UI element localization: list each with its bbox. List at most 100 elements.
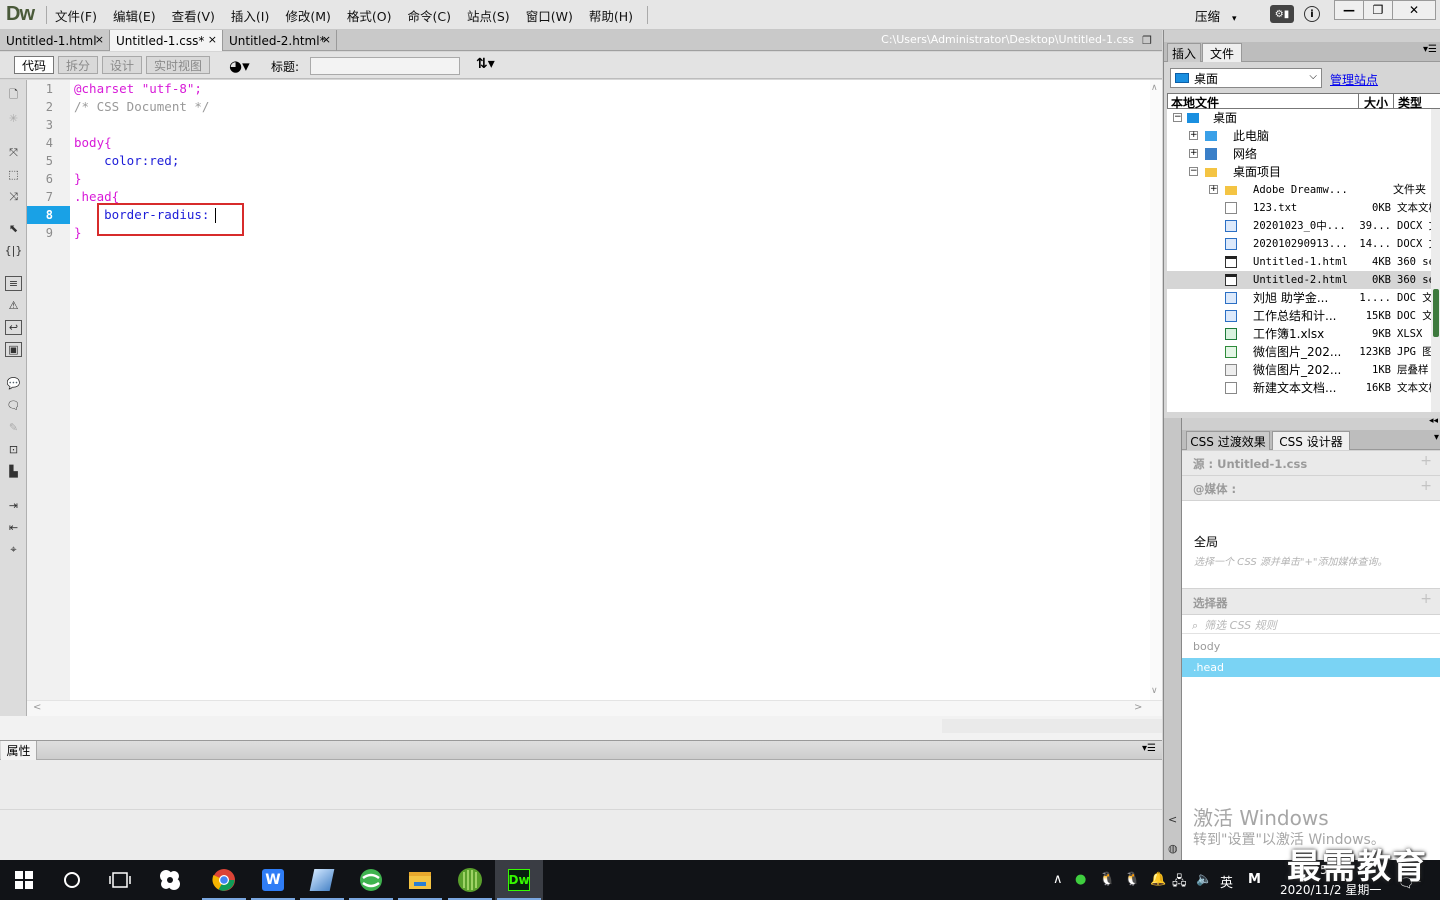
- menu-window[interactable]: 窗口(W): [518, 6, 581, 25]
- expand-all-icon[interactable]: ⤨: [5, 189, 22, 204]
- scroll-left-icon[interactable]: <: [33, 702, 41, 713]
- filter-css-rules-input[interactable]: ⌕ 筛选 CSS 规则: [1182, 615, 1440, 634]
- qq-tray-icon-2[interactable]: 🐧: [1124, 872, 1140, 887]
- menu-commands[interactable]: 命令(C): [400, 6, 459, 25]
- selector-body[interactable]: body: [1182, 637, 1440, 656]
- tab-css-designer[interactable]: CSS 设计器: [1272, 431, 1350, 450]
- collapse-selection-icon[interactable]: ⬚: [5, 167, 22, 182]
- taskbar-chrome[interactable]: [200, 860, 248, 900]
- add-media-icon[interactable]: +: [1420, 478, 1432, 494]
- info-icon[interactable]: i: [1304, 6, 1320, 22]
- collapse-icon[interactable]: −: [1173, 113, 1182, 122]
- close-tab-icon[interactable]: ×: [208, 33, 217, 46]
- panel-icon[interactable]: ◍: [1168, 842, 1178, 855]
- start-button[interactable]: [0, 860, 48, 900]
- syntax-coloring-icon[interactable]: ▣: [5, 342, 22, 357]
- ime-mode-icon[interactable]: M: [1248, 872, 1261, 887]
- task-view-button[interactable]: [96, 860, 144, 900]
- remove-comment-icon[interactable]: 🗨: [5, 398, 22, 413]
- apply-comment-icon[interactable]: 💬: [5, 376, 22, 391]
- menu-insert[interactable]: 插入(I): [223, 6, 277, 25]
- title-input[interactable]: [310, 57, 460, 75]
- wechat-tray-icon[interactable]: ●: [1075, 872, 1086, 887]
- editor-horizontal-scrollbar[interactable]: < >: [27, 700, 1162, 716]
- menu-file[interactable]: 文件(F): [47, 6, 105, 25]
- tree-item-this-pc[interactable]: + 此电脑: [1167, 127, 1431, 145]
- panel-menu-icon[interactable]: ▾: [1434, 432, 1439, 443]
- file-row[interactable]: 20201023_0中... 39... DOCX 文: [1167, 217, 1431, 235]
- indent-code-icon[interactable]: ⇥: [5, 498, 22, 513]
- code-view-button[interactable]: 代码: [14, 56, 54, 74]
- menu-site[interactable]: 站点(S): [459, 6, 518, 25]
- taskbar-app-pinwheel[interactable]: [146, 860, 194, 900]
- file-row[interactable]: 工作簿1.xlsx 9KB XLSX: [1167, 325, 1431, 343]
- open-documents-icon[interactable]: 🗋: [5, 88, 22, 103]
- file-list-scrollbar[interactable]: [1431, 109, 1440, 412]
- expand-icon[interactable]: +: [1189, 149, 1198, 158]
- balance-braces-icon[interactable]: {|}: [5, 243, 23, 258]
- live-view-button[interactable]: 实时视图: [146, 56, 210, 74]
- taskbar-notepad[interactable]: [298, 860, 346, 900]
- show-hidden-icons[interactable]: ∧: [1053, 872, 1063, 887]
- file-row[interactable]: 刘旭 助学金... 1.... DOC 文: [1167, 289, 1431, 307]
- file-row[interactable]: 123.txt 0KB 文本文档: [1167, 199, 1431, 217]
- volume-tray-icon[interactable]: 🔈: [1196, 872, 1212, 887]
- notification-bell-icon[interactable]: 🔔: [1150, 872, 1166, 887]
- tab-css-transitions[interactable]: CSS 过渡效果: [1186, 431, 1270, 450]
- menu-modify[interactable]: 修改(M): [277, 6, 339, 25]
- taskbar-dreamweaver[interactable]: Dw: [495, 860, 543, 900]
- add-source-icon[interactable]: +: [1420, 453, 1432, 469]
- panel-menu-icon[interactable]: ▾☰: [1142, 743, 1156, 754]
- file-row[interactable]: 新建文本文档... 16KB 文本文档: [1167, 379, 1431, 397]
- tree-item-desktop-items[interactable]: − 桌面项目: [1167, 163, 1431, 181]
- manage-sites-link[interactable]: 管理站点: [1330, 71, 1378, 88]
- menu-format[interactable]: 格式(O): [339, 6, 400, 25]
- expand-icon[interactable]: +: [1209, 185, 1218, 194]
- ime-language[interactable]: 英: [1220, 872, 1233, 891]
- file-row[interactable]: 微信图片_202... 123KB JPG 图: [1167, 343, 1431, 361]
- menu-view[interactable]: 查看(V): [164, 6, 223, 25]
- expand-icon[interactable]: +: [1189, 131, 1198, 140]
- recent-snippets-icon[interactable]: ⊡: [5, 442, 22, 457]
- tab-untitled-2-html[interactable]: Untitled-2.html* ×: [223, 30, 337, 51]
- taskbar-wps[interactable]: W: [249, 860, 297, 900]
- media-global-item[interactable]: 全局: [1194, 533, 1218, 550]
- file-management-icon[interactable]: ⇅▾: [476, 56, 495, 72]
- scroll-down-icon[interactable]: ∨: [1151, 686, 1158, 696]
- tree-item-network[interactable]: + 网络: [1167, 145, 1431, 163]
- select-parent-tag-icon[interactable]: ⬉: [5, 221, 22, 236]
- tab-untitled-1-html[interactable]: Untitled-1.html ×: [0, 30, 110, 51]
- extensions-icon[interactable]: ⚙▮: [1270, 5, 1294, 23]
- file-row-selected[interactable]: Untitled-2.html 0KB 360 se: [1167, 271, 1431, 289]
- menu-edit[interactable]: 编辑(E): [105, 6, 164, 25]
- restore-button[interactable]: ❐: [1363, 0, 1393, 20]
- tree-item-desktop[interactable]: − 桌面: [1167, 109, 1431, 127]
- file-row[interactable]: + Adobe Dreamw... 文件夹: [1167, 181, 1431, 199]
- tab-insert[interactable]: 插入: [1167, 43, 1201, 62]
- add-selector-icon[interactable]: +: [1420, 591, 1432, 607]
- scroll-up-icon[interactable]: ∧: [1151, 83, 1158, 93]
- file-row[interactable]: 工作总结和计... 15KB DOC 文: [1167, 307, 1431, 325]
- collapse-icon[interactable]: ◂◂: [1429, 416, 1438, 426]
- editor-vertical-scrollbar[interactable]: ∧ ∨: [1150, 80, 1162, 700]
- move-css-icon[interactable]: ▙: [5, 464, 22, 479]
- line-numbers-icon[interactable]: ≡: [5, 276, 22, 291]
- network-tray-icon[interactable]: 🖧: [1172, 872, 1187, 894]
- properties-tab[interactable]: 属性: [1, 741, 37, 760]
- workspace-switcher[interactable]: 压缩: [1195, 6, 1237, 25]
- menu-help[interactable]: 帮助(H): [581, 6, 641, 25]
- highlight-invalid-code-icon[interactable]: ⚠: [5, 298, 22, 313]
- close-button[interactable]: ✕: [1392, 0, 1436, 20]
- scrollbar-thumb[interactable]: [942, 719, 1162, 733]
- preview-browser-icon[interactable]: ◕▾: [229, 57, 250, 75]
- wrap-tag-icon[interactable]: ✎: [5, 420, 22, 435]
- file-row[interactable]: 微信图片_202... 1KB 层叠样: [1167, 361, 1431, 379]
- split-view-button[interactable]: 拆分: [58, 56, 98, 74]
- scroll-right-icon[interactable]: >: [1134, 702, 1142, 713]
- qq-tray-icon[interactable]: 🐧: [1099, 872, 1115, 887]
- panel-menu-icon[interactable]: ▾☰: [1423, 44, 1437, 55]
- site-select[interactable]: 桌面 ⌵: [1170, 68, 1322, 88]
- scrollbar-thumb[interactable]: [1433, 289, 1439, 337]
- format-source-icon[interactable]: ⌖: [5, 542, 22, 557]
- collapse-full-tag-icon[interactable]: ⤧: [5, 145, 22, 160]
